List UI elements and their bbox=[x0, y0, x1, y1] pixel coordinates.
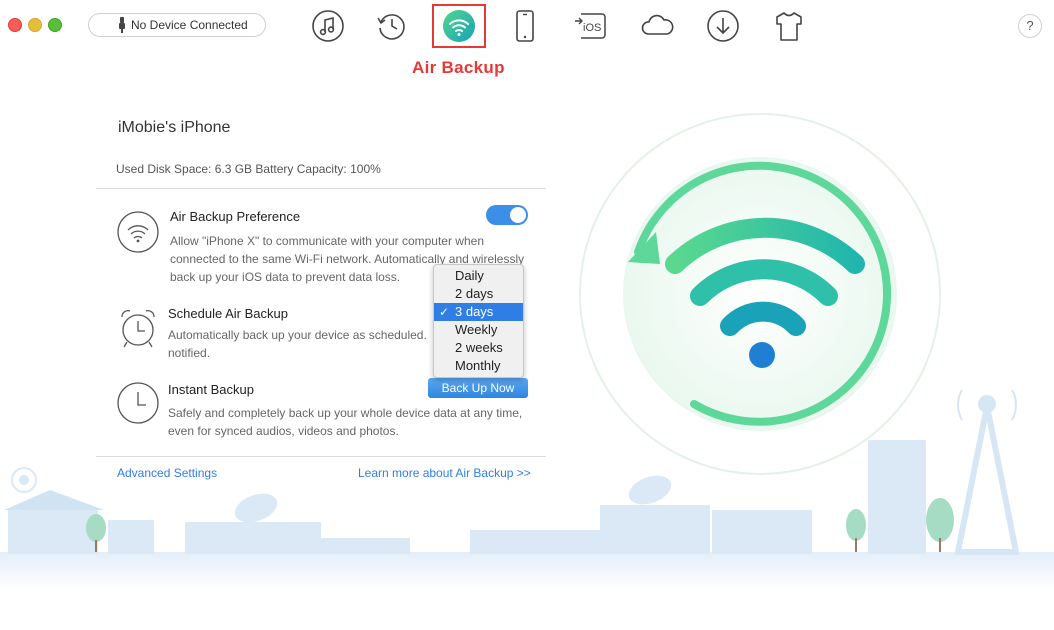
air-backup-highlight-box bbox=[432, 4, 486, 48]
device-info: Used Disk Space: 6.3 GB Battery Capacity… bbox=[116, 162, 381, 176]
schedule-air-backup-desc: Automatically back up your device as sch… bbox=[168, 328, 427, 360]
tshirt-icon bbox=[776, 12, 802, 41]
dropdown-option[interactable]: 2 weeks bbox=[434, 339, 523, 357]
air-backup-preference-title: Air Backup Preference bbox=[170, 209, 301, 224]
device-selector[interactable]: No Device Connected bbox=[88, 13, 266, 37]
alarm-clock-icon bbox=[121, 310, 155, 348]
cloud-tab[interactable] bbox=[639, 8, 675, 44]
checkmark-icon: ✓ bbox=[439, 305, 450, 319]
air-backup-toggle[interactable] bbox=[486, 205, 528, 225]
music-note-icon bbox=[312, 10, 344, 42]
dropdown-option-selected[interactable]: ✓ 3 days bbox=[434, 303, 523, 321]
divider bbox=[96, 188, 546, 189]
to-ios-icon: iOS bbox=[575, 13, 606, 39]
svg-text:iOS: iOS bbox=[583, 22, 601, 34]
cloud-icon bbox=[641, 14, 674, 35]
dropdown-option[interactable]: 2 days bbox=[434, 285, 523, 303]
toggle-knob bbox=[510, 207, 526, 223]
phone-tab[interactable] bbox=[507, 8, 543, 44]
schedule-air-backup-title: Schedule Air Backup bbox=[168, 306, 288, 321]
dropdown-option[interactable]: Daily bbox=[434, 267, 523, 285]
help-button[interactable]: ? bbox=[1018, 14, 1042, 38]
history-tab[interactable] bbox=[374, 8, 410, 44]
download-icon bbox=[707, 10, 739, 42]
device-name: iMobie's iPhone bbox=[118, 119, 231, 136]
tshirt-tab[interactable] bbox=[771, 8, 807, 44]
download-tab[interactable] bbox=[705, 8, 741, 44]
history-icon bbox=[377, 14, 405, 40]
to-ios-tab[interactable]: iOS bbox=[572, 8, 608, 44]
dropdown-option[interactable]: Weekly bbox=[434, 321, 523, 339]
close-window-button[interactable] bbox=[8, 18, 22, 32]
air-backup-annotation: Air Backup bbox=[412, 58, 505, 77]
lightning-cable-icon bbox=[119, 17, 125, 33]
music-tab[interactable] bbox=[310, 8, 346, 44]
device-status-text: No Device Connected bbox=[131, 18, 248, 32]
maximize-window-button[interactable] bbox=[48, 18, 62, 32]
wifi-outline-icon bbox=[117, 211, 159, 253]
schedule-dropdown-menu[interactable]: Daily 2 days ✓ 3 days Weekly 2 weeks Mont… bbox=[433, 264, 524, 378]
wifi-illustration bbox=[579, 113, 941, 475]
phone-icon bbox=[516, 10, 534, 42]
minimize-window-button[interactable] bbox=[28, 18, 42, 32]
